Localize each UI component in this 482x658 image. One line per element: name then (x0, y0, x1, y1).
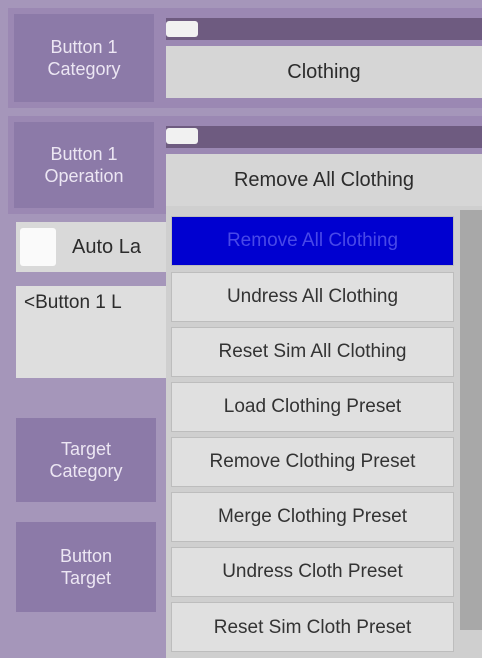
operation-label: Button 1 Operation (14, 122, 154, 208)
button-target-label: Button Target (16, 522, 156, 612)
button-label-text: <Button 1 L (24, 292, 122, 313)
category-slider[interactable] (166, 18, 482, 40)
dropdown-item-undress-cloth-preset[interactable]: Undress Cloth Preset (171, 547, 454, 597)
dropdown-item-merge-clothing-preset[interactable]: Merge Clothing Preset (171, 492, 454, 542)
auto-label-checkbox[interactable] (20, 228, 56, 266)
category-slider-handle[interactable] (166, 21, 198, 37)
dropdown-item-remove-clothing-preset[interactable]: Remove Clothing Preset (171, 437, 454, 487)
category-label: Button 1 Category (14, 14, 154, 102)
operation-select[interactable]: Remove All Clothing (166, 154, 482, 206)
dropdown-scrollbar[interactable] (460, 210, 482, 630)
dropdown-item-undress-all-clothing[interactable]: Undress All Clothing (171, 272, 454, 322)
auto-label-text: Auto La (72, 236, 141, 258)
target-category-label: Target Category (16, 418, 156, 502)
dropdown-item-reset-sim-all-clothing[interactable]: Reset Sim All Clothing (171, 327, 454, 377)
dropdown-item-load-clothing-preset[interactable]: Load Clothing Preset (171, 382, 454, 432)
operation-slider[interactable] (166, 126, 482, 148)
category-select[interactable]: Clothing (166, 46, 482, 98)
operation-slider-handle[interactable] (166, 128, 198, 144)
dropdown-item-reset-sim-cloth-preset[interactable]: Reset Sim Cloth Preset (171, 602, 454, 652)
dropdown-item-remove-all-clothing[interactable]: Remove All Clothing (171, 216, 454, 266)
